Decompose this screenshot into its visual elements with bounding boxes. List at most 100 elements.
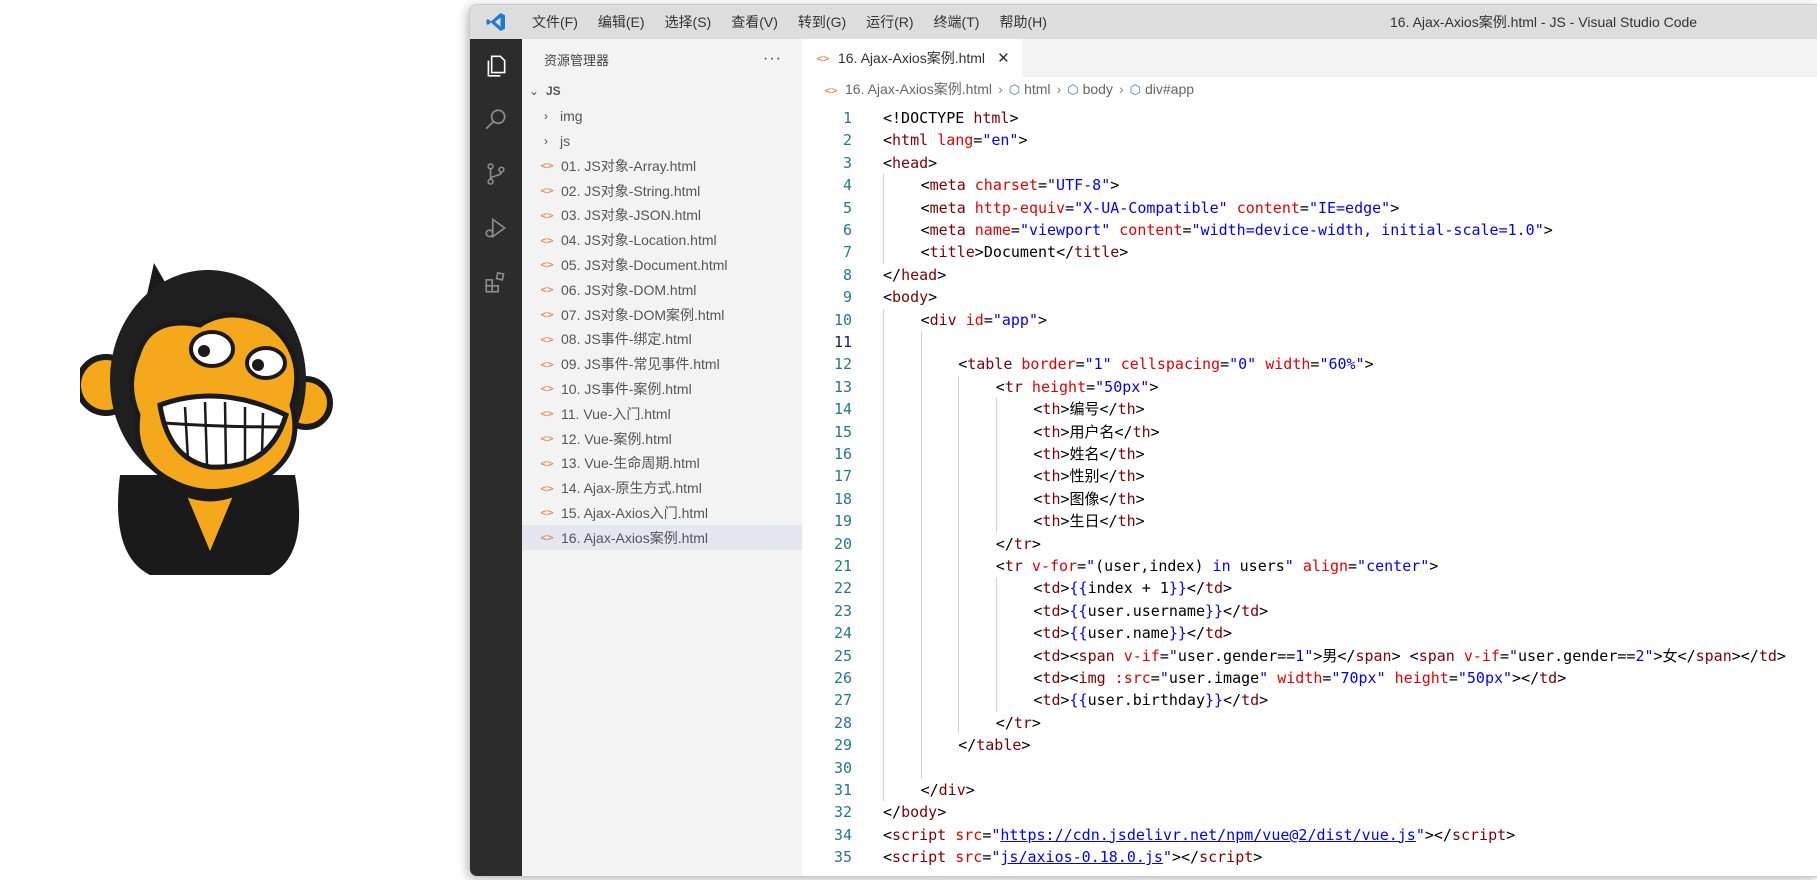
file-item[interactable]: <> 10. JS事件-案例.html [522, 377, 802, 402]
code-token: align [1302, 557, 1349, 575]
html-file-icon: <> [540, 407, 554, 421]
file-tree: ⌄ JS › img › js <> 01. JS对象-Array.html <> 02. JS对… [522, 79, 802, 551]
code-token: 女 [1662, 646, 1678, 665]
explorer-icon[interactable] [470, 39, 522, 93]
code-token: html [892, 131, 929, 150]
line-number: 13 [833, 377, 852, 396]
file-label: 01. JS对象-Array.html [561, 157, 697, 174]
file-item[interactable]: <> 04. JS对象-Location.html [522, 228, 802, 253]
file-item[interactable]: <> 05. JS对象-Document.html [522, 253, 802, 278]
code-token: cellspacing [1120, 355, 1221, 374]
code-token: >< [1060, 646, 1079, 665]
menu-item[interactable]: 选择(S) [655, 12, 722, 32]
menu-item[interactable]: 编辑(E) [588, 12, 655, 32]
file-item[interactable]: <> 11. Vue-入门.html [522, 401, 802, 426]
folder-root-js[interactable]: ⌄ JS [522, 79, 802, 104]
file-item[interactable]: <> 03. JS对象-JSON.html [522, 203, 802, 228]
breadcrumb-item[interactable]: ⬡ body [1067, 81, 1113, 98]
code-token: > [1060, 579, 1070, 598]
code-token: span [1418, 646, 1455, 665]
chevron-down-icon: ⌄ [528, 84, 540, 99]
file-item[interactable]: <> 14. Ajax-原生方式.html [522, 476, 802, 501]
code-token: v-for [1031, 557, 1078, 575]
breadcrumb-label: div#app [1144, 80, 1195, 97]
html-file-icon: <> [540, 283, 554, 297]
source-control-icon[interactable] [470, 147, 522, 201]
menu-item[interactable]: 转到(G) [788, 12, 856, 32]
code-token: meta [929, 176, 966, 195]
chevron-right-icon: › [1056, 81, 1062, 97]
line-number: 29 [833, 736, 852, 755]
code-line: 5 <meta http-equiv="X-UA-Compatible" cont… [802, 197, 1817, 219]
file-item[interactable]: <> 07. JS对象-DOM案例.html [522, 302, 802, 327]
file-item[interactable]: <> 09. JS事件-常见事件.html [522, 352, 802, 377]
file-label: 07. JS对象-DOM案例.html [561, 306, 725, 323]
code-line: 16 <th>姓名</th> [802, 443, 1817, 465]
run-debug-icon[interactable] [470, 201, 522, 255]
menu-item[interactable]: 终端(T) [924, 12, 990, 32]
code-token: </ [883, 265, 902, 284]
code-token: > [1060, 467, 1070, 486]
code-token: </ [1056, 243, 1075, 262]
file-item[interactable]: <> 06. JS对象-DOM.html [522, 277, 802, 302]
code-token: </ [1099, 400, 1118, 419]
file-label: 14. Ajax-原生方式.html [561, 480, 702, 497]
code-token: " [1509, 646, 1519, 665]
file-item[interactable]: <> 02. JS对象-String.html [522, 178, 802, 203]
menu-item[interactable]: 文件(F) [522, 12, 588, 32]
line-number: 5 [842, 198, 852, 217]
code-token: > [1060, 601, 1070, 620]
code-token: > [1135, 400, 1145, 419]
code-line: 25 <td><span v-if="user.gender==1">男</spa… [802, 645, 1817, 667]
code-token: = [1077, 557, 1087, 575]
menu-item[interactable]: 帮助(H) [989, 12, 1056, 32]
file-item[interactable]: <> 15. Ajax-Axios入门.html [522, 501, 802, 526]
code-token: " [1644, 646, 1654, 665]
code-token: 编号 [1069, 400, 1100, 419]
code-token: < [883, 825, 893, 844]
close-icon[interactable]: ✕ [997, 49, 1010, 67]
code-token: > [1364, 355, 1374, 374]
code-line: 9 <body> [802, 286, 1817, 308]
menu-item[interactable]: 运行(R) [856, 12, 923, 32]
code-token: " [1259, 669, 1269, 687]
line-text: <title>Document</title> [921, 241, 1129, 263]
code-token: head [901, 265, 938, 284]
file-item[interactable]: <> 08. JS事件-绑定.html [522, 327, 802, 352]
code-token: tr [1004, 557, 1023, 575]
code-line: 13 <tr height="50px"> [802, 376, 1817, 398]
code-token: = [1150, 669, 1160, 687]
code-token: users [1230, 557, 1285, 575]
code-token: td [1539, 669, 1558, 687]
line-text: <body> [883, 286, 937, 308]
file-item[interactable]: <> 13. Vue-生命周期.html [522, 451, 802, 476]
breadcrumb-item[interactable]: ⬡ html [1009, 81, 1051, 98]
code-token: > [1223, 624, 1233, 643]
html-file-icon: <> [540, 357, 554, 371]
extensions-icon[interactable] [470, 255, 522, 309]
code-token: 姓名 [1069, 445, 1100, 463]
breadcrumb-item[interactable]: <> 16. Ajax-Axios案例.html [824, 79, 992, 99]
code-token: td [1241, 691, 1260, 710]
code-line: 22 <td>{{index + 1}}</td> [802, 577, 1817, 599]
folder-js[interactable]: › js [522, 129, 802, 154]
html-file-icon: <> [540, 233, 554, 247]
search-icon[interactable] [470, 93, 522, 147]
code-token: < [995, 557, 1005, 575]
code-editor[interactable]: 1 <!DOCTYPE html> 2 <html lang="en"> 3 <head>… [802, 105, 1817, 876]
menu-item[interactable]: 查看(V) [721, 12, 788, 32]
code-token: td [1042, 624, 1061, 643]
file-item[interactable]: <> 01. JS对象-Array.html [522, 153, 802, 178]
editor-tab-active[interactable]: <> 16. Ajax-Axios案例.html ✕ [802, 39, 1022, 77]
breadcrumb-item[interactable]: ⬡ div#app [1130, 81, 1194, 98]
code-token: < [958, 355, 968, 374]
code-token: < [1409, 646, 1419, 665]
file-item[interactable]: <> 12. Vue-案例.html [522, 426, 802, 451]
more-actions-icon[interactable]: ··· [763, 50, 782, 68]
file-item[interactable]: <> 16. Ajax-Axios案例.html [522, 525, 802, 551]
html-file-icon: <> [540, 159, 554, 173]
line-number: 26 [833, 669, 852, 687]
folder-img[interactable]: › img [522, 104, 802, 129]
